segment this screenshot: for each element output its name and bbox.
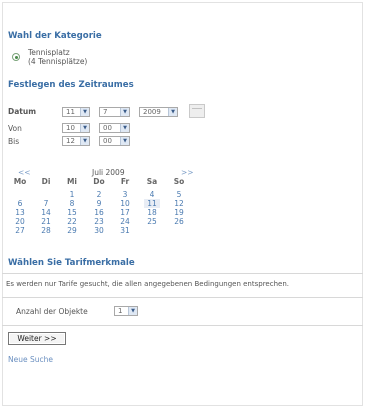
calendar-day[interactable]: 14 [38,208,54,217]
calendar-day[interactable]: 21 [38,217,54,226]
objects-count-value: 1 [118,307,123,315]
timeframe-heading: Festlegen des Zeitraumes [8,80,134,90]
from-hour-value: 10 [66,124,75,132]
chevron-down-icon: ▼ [120,124,129,132]
calendar-day[interactable]: 29 [64,226,80,235]
calendar-day[interactable]: 4 [144,190,160,199]
to-minute-select[interactable]: 00 ▼ [99,136,130,146]
calendar-day[interactable]: 12 [171,199,187,208]
calendar-weekday-header: So [173,177,185,186]
calendar-day[interactable]: 10 [117,199,133,208]
calendar-day[interactable]: 11 [144,199,160,208]
chevron-down-icon: ▼ [80,108,89,116]
calendar-day[interactable]: 7 [38,199,54,208]
chevron-down-icon: ▼ [80,137,89,145]
calendar-next-link[interactable]: >> [181,168,194,177]
calendar-day[interactable]: 25 [144,217,160,226]
category-option-detail: (4 Tennisplätze) [28,57,88,66]
calendar-day[interactable]: 22 [64,217,80,226]
tariff-info-text: Es werden nur Tarife gesucht, die allen … [6,280,289,288]
chevron-down-icon: ▼ [168,108,177,116]
calendar-day[interactable]: 27 [12,226,28,235]
date-month-value: 7 [103,108,108,116]
to-label: Bis [8,137,20,146]
divider [2,325,363,326]
objects-count-select[interactable]: 1 ▼ [114,306,138,316]
calendar-day[interactable]: 30 [91,226,107,235]
calendar-day[interactable]: 28 [38,226,54,235]
calendar-day[interactable]: 5 [171,190,187,199]
calendar-day[interactable]: 9 [91,199,107,208]
chevron-down-icon: ▼ [120,108,129,116]
category-heading: Wahl der Kategorie [8,31,102,41]
calendar-day[interactable]: 23 [91,217,107,226]
next-button[interactable]: Weiter >> [8,332,66,345]
calendar-day[interactable]: 24 [117,217,133,226]
calendar-day[interactable]: 15 [64,208,80,217]
radio-selected-icon[interactable] [12,53,20,61]
calendar-weekday-header: Mo [13,177,27,186]
calendar-weekday-header: Mi [66,177,78,186]
calendar-day[interactable]: 1 [64,190,80,199]
calendar-weekday-header: Sa [146,177,158,186]
calendar-day[interactable]: 18 [144,208,160,217]
calendar-month-label: Juli 2009 [92,168,125,177]
calendar-grid: Mo Di Mi Do Fr Sa So 1 2 3 4 5 6 7 8 9 10 11 12 13 14 15 16 17 1… [12,177,196,249]
calendar-day[interactable]: 3 [117,190,133,199]
chevron-down-icon: ▼ [120,137,129,145]
calendar-icon[interactable] [189,104,205,118]
calendar-day[interactable]: 13 [12,208,28,217]
from-hour-select[interactable]: 10 ▼ [62,123,90,133]
date-month-select[interactable]: 7 ▼ [99,107,130,117]
date-label: Datum [8,107,37,116]
to-hour-value: 12 [66,137,75,145]
tariff-heading: Wählen Sie Tarifmerkmale [8,258,135,268]
from-minute-value: 00 [103,124,112,132]
calendar-day[interactable]: 26 [171,217,187,226]
from-minute-select[interactable]: 00 ▼ [99,123,130,133]
calendar-weekday-header: Di [41,177,51,186]
calendar-day[interactable]: 19 [171,208,187,217]
calendar-weekday-header: Fr [120,177,130,186]
date-year-value: 2009 [143,108,161,116]
calendar-day[interactable]: 16 [91,208,107,217]
divider [2,297,363,298]
date-year-select[interactable]: 2009 ▼ [139,107,178,117]
from-label: Von [8,124,22,133]
date-day-select[interactable]: 11 ▼ [62,107,90,117]
calendar-day[interactable]: 8 [64,199,80,208]
new-search-link[interactable]: Neue Suche [8,355,53,364]
chevron-down-icon: ▼ [80,124,89,132]
to-hour-select[interactable]: 12 ▼ [62,136,90,146]
date-day-value: 11 [66,108,75,116]
calendar-day[interactable]: 31 [117,226,133,235]
calendar-weekday-header: Do [93,177,105,186]
category-option-name: Tennisplatz [28,48,70,57]
divider [2,273,363,274]
calendar-day[interactable]: 2 [91,190,107,199]
to-minute-value: 00 [103,137,112,145]
calendar-day[interactable]: 20 [12,217,28,226]
chevron-down-icon: ▼ [128,307,137,315]
calendar-day[interactable]: 17 [117,208,133,217]
objects-label: Anzahl der Objekte [16,307,88,316]
calendar-day[interactable]: 6 [12,199,28,208]
calendar-prev-link[interactable]: << [18,168,31,177]
